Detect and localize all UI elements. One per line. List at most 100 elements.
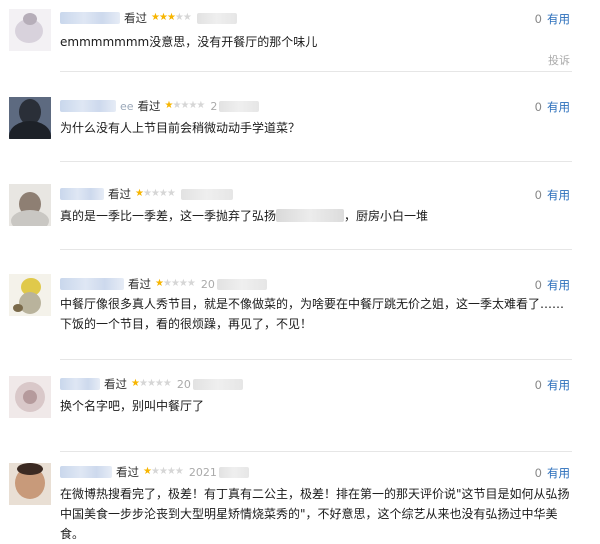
- avatar[interactable]: [9, 376, 51, 418]
- rating-stars: ★ ★ ★ ★ ★: [135, 188, 176, 199]
- star-empty-icon: ★: [154, 378, 164, 389]
- avatar[interactable]: [9, 9, 51, 51]
- watched-label: 看过: [137, 99, 161, 113]
- rating-stars: ★ ★ ★ ★ ★: [131, 378, 172, 389]
- star-empty-icon: ★: [158, 466, 168, 477]
- comment-date: 20: [176, 377, 191, 391]
- username[interactable]: [60, 278, 124, 290]
- star-filled-icon: ★: [143, 466, 152, 477]
- star-empty-icon: ★: [180, 100, 189, 111]
- useful-button[interactable]: 有用: [547, 12, 570, 26]
- date-blur: [216, 278, 267, 290]
- comment-list: 看过 ★ ★ ★ ★ ★ 0 有用 emmmmmmm没意思，没有开餐厅的那个味儿 投诉 e…: [0, 0, 600, 541]
- star-empty-icon: ★: [138, 378, 148, 389]
- useful-button[interactable]: 有用: [547, 188, 570, 202]
- useful-vote[interactable]: 0 有用: [535, 377, 570, 393]
- avatar[interactable]: [9, 274, 51, 316]
- star-empty-icon: ★: [172, 100, 182, 111]
- comment-item: 看过 ★ ★ ★ ★ ★ 2021 0 有用 在微博热搜看完了，极差！有丁真有二公主，极差…: [0, 452, 600, 541]
- comment-item: 看过 ★ ★ ★ ★ ★ 0 有用 emmmmmmm没意思，没有开餐厅的那个味儿 投诉: [0, 0, 600, 72]
- star-empty-icon: ★: [170, 278, 180, 289]
- useful-vote[interactable]: 0 有用: [535, 187, 570, 203]
- star-empty-icon: ★: [142, 188, 152, 199]
- date-blur: [192, 378, 243, 390]
- star-empty-icon: ★: [162, 378, 172, 389]
- star-filled-icon: ★: [164, 100, 174, 111]
- star-empty-icon: ★: [158, 188, 168, 199]
- star-filled-icon: ★: [158, 12, 168, 23]
- star-empty-icon: ★: [188, 100, 197, 111]
- useful-button[interactable]: 有用: [547, 278, 570, 292]
- rating-stars: ★ ★ ★ ★ ★: [151, 12, 192, 23]
- useful-vote[interactable]: 0 有用: [535, 465, 570, 481]
- star-empty-icon: ★: [166, 188, 176, 199]
- avatar[interactable]: [9, 97, 51, 139]
- star-empty-icon: ★: [150, 466, 160, 477]
- star-filled-icon: ★: [131, 378, 140, 389]
- star-empty-icon: ★: [174, 12, 184, 23]
- useful-button[interactable]: 有用: [547, 100, 570, 114]
- username[interactable]: [60, 188, 104, 200]
- username[interactable]: [60, 12, 120, 24]
- watched-label: 看过: [124, 11, 147, 25]
- comment-date: [196, 12, 237, 24]
- avatar[interactable]: [9, 184, 51, 226]
- redacted-text: [276, 209, 345, 222]
- comment-item: ee 看过 ★ ★ ★ ★ ★ 2 0 有用 为什么没有人上节目前会稍微动动手学道菜？: [0, 72, 600, 162]
- star-empty-icon: ★: [166, 466, 176, 477]
- watched-label: 看过: [108, 187, 131, 201]
- watched-label: 看过: [128, 277, 151, 291]
- date-blur: [218, 466, 249, 478]
- star-empty-icon: ★: [162, 278, 172, 289]
- comment-text-part: 真的是一季比一季差，这一季抛弃了弘扬: [60, 209, 277, 223]
- star-filled-icon: ★: [155, 278, 164, 289]
- comment-text: 在微博热搜看完了，极差！有丁真有二公主，极差！排在第一的那天评价说"这节目是如何…: [60, 487, 570, 541]
- comment-date: 20: [200, 277, 215, 291]
- username[interactable]: [60, 100, 116, 112]
- star-empty-icon: ★: [186, 278, 196, 289]
- watched-label: 看过: [116, 465, 139, 479]
- comment-meta: 看过 ★ ★ ★ ★ ★ 2021: [60, 464, 249, 480]
- comment-text: 换个名字吧，别叫中餐厅了: [60, 399, 205, 413]
- useful-vote[interactable]: 0 有用: [535, 99, 570, 115]
- comment-item: 看过 ★ ★ ★ ★ ★ 0 有用 真的是一季比一季差，这一季抛弃了弘扬 ，厨房小白一堆: [0, 162, 600, 250]
- star-empty-icon: ★: [174, 466, 184, 477]
- rating-stars: ★ ★ ★ ★ ★: [155, 278, 196, 289]
- comment-text: 为什么没有人上节目前会稍微动动手学道菜？: [60, 121, 301, 135]
- star-filled-icon: ★: [151, 12, 160, 23]
- report-link[interactable]: 投诉: [548, 52, 570, 68]
- comment-date: [180, 188, 233, 200]
- star-filled-icon: ★: [166, 12, 176, 23]
- star-empty-icon: ★: [182, 12, 192, 23]
- star-empty-icon: ★: [178, 278, 188, 289]
- comment-meta: 看过 ★ ★ ★ ★ ★ 20: [60, 376, 243, 392]
- useful-count: 0: [534, 100, 542, 114]
- username-suffix: ee: [120, 99, 134, 113]
- comment-text: 中餐厅像很多真人秀节目，就是不像做菜的，为啥要在中餐厅跳无价之姐，这一季太难看了…: [60, 297, 565, 331]
- comment-meta: 看过 ★ ★ ★ ★ ★ 20: [60, 276, 267, 292]
- useful-count: 0: [534, 12, 542, 26]
- comment-text: emmmmmmm没意思，没有开餐厅的那个味儿: [60, 35, 318, 49]
- comment-text-part: ，厨房小白一堆: [344, 209, 429, 223]
- useful-count: 0: [534, 466, 542, 480]
- useful-button[interactable]: 有用: [547, 466, 570, 480]
- star-filled-icon: ★: [135, 188, 144, 199]
- date-blur: [219, 100, 260, 112]
- comment-date: 2021: [188, 465, 217, 479]
- comment-text: 真的是一季比一季差，这一季抛弃了弘扬 ，厨房小白一堆: [60, 206, 572, 226]
- username[interactable]: [60, 466, 112, 478]
- useful-count: 0: [534, 188, 542, 202]
- comment-meta: 看过 ★ ★ ★ ★ ★: [60, 186, 233, 202]
- rating-stars: ★ ★ ★ ★ ★: [143, 466, 184, 477]
- watched-label: 看过: [104, 377, 127, 391]
- comment-item: 看过 ★ ★ ★ ★ ★ 20 0 有用 换个名字吧，别叫中餐厅了: [0, 360, 600, 452]
- useful-button[interactable]: 有用: [547, 378, 570, 392]
- useful-vote[interactable]: 0 有用: [535, 277, 570, 293]
- username[interactable]: [60, 378, 100, 390]
- star-empty-icon: ★: [196, 100, 205, 111]
- avatar[interactable]: [9, 463, 51, 505]
- comment-meta: 看过 ★ ★ ★ ★ ★: [60, 10, 237, 26]
- comment-meta: ee 看过 ★ ★ ★ ★ ★ 2: [60, 98, 260, 114]
- useful-vote[interactable]: 0 有用: [535, 11, 570, 27]
- comment-item: 看过 ★ ★ ★ ★ ★ 20 0 有用 中餐厅像很多真人秀节目，就是不像做菜的，为啥要在…: [0, 250, 600, 360]
